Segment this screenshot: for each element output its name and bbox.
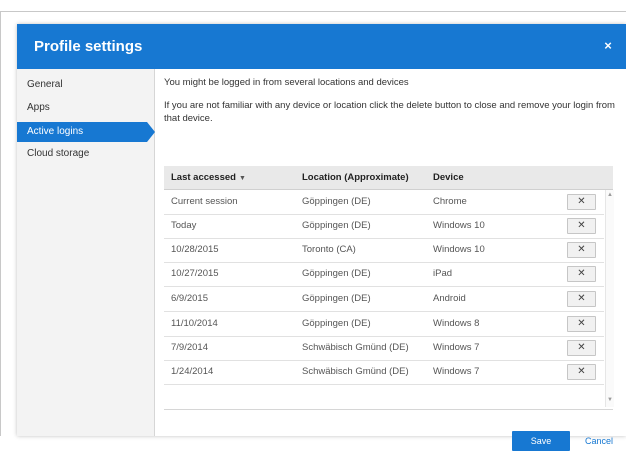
instruction-message: If you are not familiar with any device … xyxy=(164,100,615,124)
active-logins-panel: You might be logged in from several loca… xyxy=(164,69,619,451)
cell-location: Göppingen (DE) xyxy=(302,220,371,231)
delete-login-button[interactable]: ✕ xyxy=(567,291,596,307)
table-row: 10/28/2015 Toronto (CA) Windows 10 ✕ xyxy=(164,238,604,263)
table-row: Today Göppingen (DE) Windows 10 ✕ xyxy=(164,214,604,239)
cell-location: Toronto (CA) xyxy=(302,244,356,255)
settings-sidebar: General Apps Active logins Cloud storage xyxy=(17,69,155,436)
cell-location: Göppingen (DE) xyxy=(302,293,371,304)
cell-last-accessed: 6/9/2015 xyxy=(171,293,208,304)
delete-login-button[interactable]: ✕ xyxy=(567,194,596,210)
table-row: 11/10/2014 Göppingen (DE) Windows 8 ✕ xyxy=(164,312,604,337)
cell-last-accessed: 1/24/2014 xyxy=(171,366,214,377)
dialog-header: Profile settings × xyxy=(17,24,626,69)
info-message: You might be logged in from several loca… xyxy=(164,77,409,88)
cell-last-accessed: Today xyxy=(171,220,197,231)
cell-device: Chrome xyxy=(433,196,467,207)
footer-divider xyxy=(164,409,613,410)
sidebar-item-active-logins[interactable]: Active logins xyxy=(17,122,155,142)
table-row: 1/24/2014 Schwäbisch Gmünd (DE) Windows … xyxy=(164,360,604,385)
cell-device: Windows 7 xyxy=(433,366,480,377)
table-row: 6/9/2015 Göppingen (DE) Android ✕ xyxy=(164,287,604,312)
table-row: 10/27/2015 Göppingen (DE) iPad ✕ xyxy=(164,262,604,287)
close-icon[interactable]: × xyxy=(601,38,615,54)
cell-device: Windows 7 xyxy=(433,342,480,353)
dialog-title: Profile settings xyxy=(34,38,143,55)
backdrop-border-left xyxy=(0,11,1,436)
cell-last-accessed: 10/27/2015 xyxy=(171,268,219,279)
cell-last-accessed: 11/10/2014 xyxy=(171,318,218,329)
delete-login-button[interactable]: ✕ xyxy=(567,266,596,282)
cell-location: Schwäbisch Gmünd (DE) xyxy=(302,342,409,353)
table-scrollbar[interactable]: ▲ ▼ xyxy=(605,190,614,407)
column-header-device: Device xyxy=(433,172,464,183)
table-row: 7/9/2014 Schwäbisch Gmünd (DE) Windows 7… xyxy=(164,336,604,361)
sidebar-item-general[interactable]: General xyxy=(17,75,147,95)
cell-device: Windows 10 xyxy=(433,244,485,255)
delete-login-button[interactable]: ✕ xyxy=(567,218,596,234)
delete-login-button[interactable]: ✕ xyxy=(567,340,596,356)
cell-last-accessed: 7/9/2014 xyxy=(171,342,208,353)
column-header-last-accessed[interactable]: Last accessed ▼ xyxy=(171,172,246,183)
logins-table-header: Last accessed ▼ Location (Approximate) De… xyxy=(164,166,613,190)
table-row: Current session Göppingen (DE) Chrome ✕ xyxy=(164,190,604,215)
sort-desc-icon: ▼ xyxy=(238,175,246,182)
cell-location: Schwäbisch Gmünd (DE) xyxy=(302,366,409,377)
cell-location: Göppingen (DE) xyxy=(302,196,371,207)
save-button[interactable]: Save xyxy=(512,431,570,451)
scroll-up-icon[interactable]: ▲ xyxy=(607,192,613,198)
column-header-location: Location (Approximate) xyxy=(302,172,409,183)
sidebar-item-cloud-storage[interactable]: Cloud storage xyxy=(17,144,147,164)
cell-device: Windows 8 xyxy=(433,318,480,329)
backdrop-border-top xyxy=(0,11,626,12)
logins-table-body: Current session Göppingen (DE) Chrome ✕ … xyxy=(164,190,604,385)
delete-login-button[interactable]: ✕ xyxy=(567,364,596,380)
profile-settings-dialog: Profile settings × General Apps Active l… xyxy=(17,24,626,451)
delete-login-button[interactable]: ✕ xyxy=(567,242,596,258)
cell-location: Göppingen (DE) xyxy=(302,268,371,279)
cell-location: Göppingen (DE) xyxy=(302,318,371,329)
column-header-label: Last accessed xyxy=(171,172,236,183)
scroll-down-icon[interactable]: ▼ xyxy=(607,397,613,403)
delete-login-button[interactable]: ✕ xyxy=(567,316,596,332)
cell-device: iPad xyxy=(433,268,453,279)
cell-last-accessed: Current session xyxy=(171,196,238,207)
sidebar-item-apps[interactable]: Apps xyxy=(17,98,147,118)
cell-device: Windows 10 xyxy=(433,220,485,231)
cancel-link[interactable]: Cancel xyxy=(585,436,613,446)
cell-last-accessed: 10/28/2015 xyxy=(171,244,219,255)
cell-device: Android xyxy=(433,293,466,304)
